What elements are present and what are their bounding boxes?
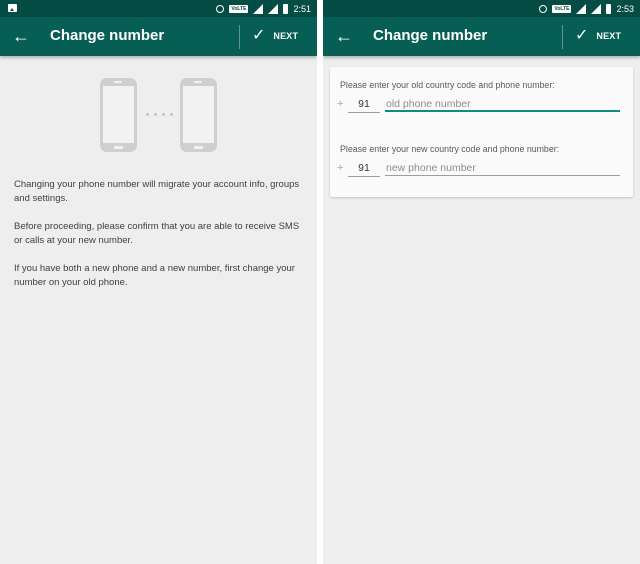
toolbar: ← Change number ✓ NEXT bbox=[0, 17, 317, 56]
new-country-code-input[interactable]: 91 bbox=[348, 160, 380, 177]
signal-icon bbox=[268, 3, 279, 14]
status-bar: VoLTE 2:53 bbox=[323, 0, 640, 17]
signal-4g-icon bbox=[576, 3, 587, 14]
status-time: 2:51 bbox=[293, 3, 311, 14]
phone-number-card: Please enter your old country code and p… bbox=[330, 67, 633, 197]
signal-4g-icon bbox=[253, 3, 264, 14]
gallery-notification-icon bbox=[8, 4, 17, 12]
new-number-group: Please enter your new country code and p… bbox=[337, 144, 623, 178]
next-label: NEXT bbox=[596, 31, 622, 41]
description-paragraph: Before proceeding, please confirm that y… bbox=[14, 221, 300, 246]
back-arrow-icon[interactable]: ← bbox=[12, 25, 30, 47]
toolbar: ← Change number ✓ NEXT bbox=[323, 17, 640, 56]
toolbar-divider bbox=[239, 25, 240, 49]
page-title: Change number bbox=[50, 27, 165, 44]
next-button[interactable]: ✓ NEXT bbox=[252, 26, 298, 46]
signal-icon bbox=[591, 3, 602, 14]
old-country-code-input[interactable]: 91 bbox=[348, 96, 380, 113]
new-phone-number-input[interactable]: new phone number bbox=[385, 160, 620, 176]
new-phone-icon bbox=[180, 78, 217, 152]
old-phone-icon bbox=[100, 78, 137, 152]
next-label: NEXT bbox=[273, 31, 299, 41]
transfer-dots bbox=[146, 113, 173, 116]
old-number-prompt: Please enter your old country code and p… bbox=[340, 80, 555, 90]
description-paragraph: If you have both a new phone and a new n… bbox=[14, 263, 295, 288]
description-paragraph: Changing your phone number will migrate … bbox=[14, 179, 300, 204]
alarm-icon bbox=[216, 4, 225, 13]
old-phone-number-input[interactable]: old phone number bbox=[385, 96, 620, 112]
alarm-icon bbox=[539, 4, 548, 13]
plus-sign: + bbox=[337, 162, 344, 174]
volte-icon: VoLTE bbox=[229, 4, 249, 13]
plus-sign: + bbox=[337, 98, 344, 110]
volte-icon: VoLTE bbox=[552, 4, 572, 13]
description: Changing your phone number will migrate … bbox=[14, 178, 304, 304]
new-number-prompt: Please enter your new country code and p… bbox=[340, 144, 560, 154]
status-bar: VoLTE 2:51 bbox=[0, 0, 317, 17]
screen-form: VoLTE 2:53 ← Change number ✓ NEXT Please… bbox=[323, 0, 640, 564]
next-button[interactable]: ✓ NEXT bbox=[575, 26, 621, 46]
page-title: Change number bbox=[373, 27, 488, 44]
battery-icon bbox=[283, 3, 289, 14]
battery-icon bbox=[606, 3, 612, 14]
check-icon: ✓ bbox=[252, 27, 266, 44]
back-arrow-icon[interactable]: ← bbox=[335, 25, 353, 47]
screen-intro: VoLTE 2:51 ← Change number ✓ NEXT Changi… bbox=[0, 0, 317, 564]
change-number-illustration bbox=[100, 78, 220, 152]
status-time: 2:53 bbox=[616, 3, 634, 14]
toolbar-divider bbox=[562, 25, 563, 49]
old-number-group: Please enter your old country code and p… bbox=[337, 80, 623, 114]
check-icon: ✓ bbox=[575, 27, 589, 44]
